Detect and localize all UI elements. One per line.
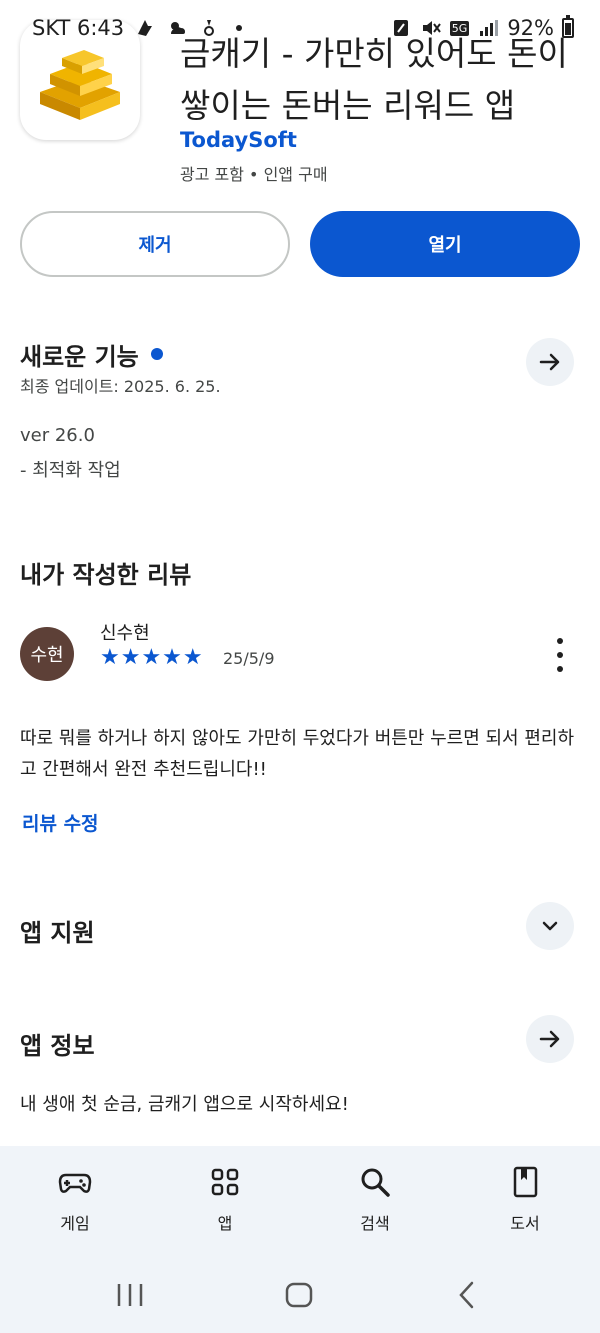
nav-label-books: 도서 (510, 1214, 540, 1233)
my-review-title: 내가 작성한 리뷰 (20, 561, 192, 589)
signal-icon (480, 20, 499, 36)
notification-icon (138, 20, 153, 36)
search-icon (361, 1168, 390, 1197)
bottom-nav: 게임 앱 검색 도서 (0, 1146, 600, 1250)
status-time: SKT 6:43 (32, 16, 125, 40)
app-support-title[interactable]: 앱 지원 (20, 913, 95, 948)
new-indicator-dot (150, 348, 163, 360)
book-icon (513, 1166, 538, 1198)
edit-review-link[interactable]: 리뷰 수정 (22, 809, 99, 836)
status-bar: SKT 6:43 5G 92% (0, 0, 600, 56)
weather-icon (171, 22, 186, 34)
whats-new-title: 새로운 기능 (20, 343, 139, 371)
more-options-icon[interactable] (548, 638, 572, 672)
review-date: 25/5/9 (223, 649, 275, 668)
star-rating: ★★★★★ (100, 645, 204, 670)
nav-label-search: 검색 (360, 1214, 390, 1233)
more-notifications-dot (236, 25, 243, 31)
arrow-right-icon (539, 1030, 560, 1048)
uninstall-button[interactable]: 제거 (20, 211, 290, 277)
gamepad-icon (58, 1173, 92, 1193)
app-info-title[interactable]: 앱 정보 (20, 1026, 95, 1061)
app-description: 내 생애 첫 순금, 금캐기 앱으로 시작하세요! (20, 1094, 349, 1115)
battery-icon (562, 15, 574, 38)
whats-new-arrow-button[interactable] (526, 338, 574, 386)
nav-label-games: 게임 (60, 1214, 90, 1233)
pocket-icon (204, 20, 215, 36)
open-button[interactable]: 열기 (310, 211, 580, 277)
nav-label-apps: 앱 (217, 1214, 233, 1233)
app-meta: 광고 포함 • 인앱 구매 (180, 165, 328, 184)
version-text: ver 26.0 (20, 425, 95, 446)
recent-apps-icon[interactable] (115, 1282, 145, 1308)
release-notes: - 최적화 작업 (20, 460, 121, 481)
back-icon[interactable] (456, 1280, 478, 1310)
review-text: 따로 뭐를 하거나 하지 않아도 가만히 두었다가 버튼만 누르면 되서 편리하… (20, 728, 575, 780)
mute-icon (422, 21, 441, 35)
network-type-badge: 5G (449, 20, 470, 36)
avatar: 수현 (20, 627, 74, 681)
system-nav-bar (0, 1250, 600, 1333)
chevron-down-icon (542, 921, 558, 931)
whats-new-header[interactable]: 새로운 기능 (20, 337, 163, 372)
nav-item-games[interactable]: 게임 (0, 1146, 150, 1250)
last-updated: 최종 업데이트: 2025. 6. 25. (20, 377, 221, 396)
reviewer-name: 신수현 (100, 623, 150, 644)
arrow-right-icon (539, 353, 560, 371)
developer-link[interactable]: TodaySoft (180, 128, 297, 152)
app-info-arrow-button[interactable] (526, 1015, 574, 1063)
home-icon[interactable] (284, 1282, 314, 1308)
apps-grid-icon (211, 1168, 239, 1196)
nfc-icon (393, 20, 408, 36)
nav-item-apps[interactable]: 앱 (150, 1146, 300, 1250)
battery-percent: 92% (507, 16, 554, 40)
app-support-expand-button[interactable] (526, 902, 574, 950)
nav-item-books[interactable]: 도서 (450, 1146, 600, 1250)
nav-item-search[interactable]: 검색 (300, 1146, 450, 1250)
